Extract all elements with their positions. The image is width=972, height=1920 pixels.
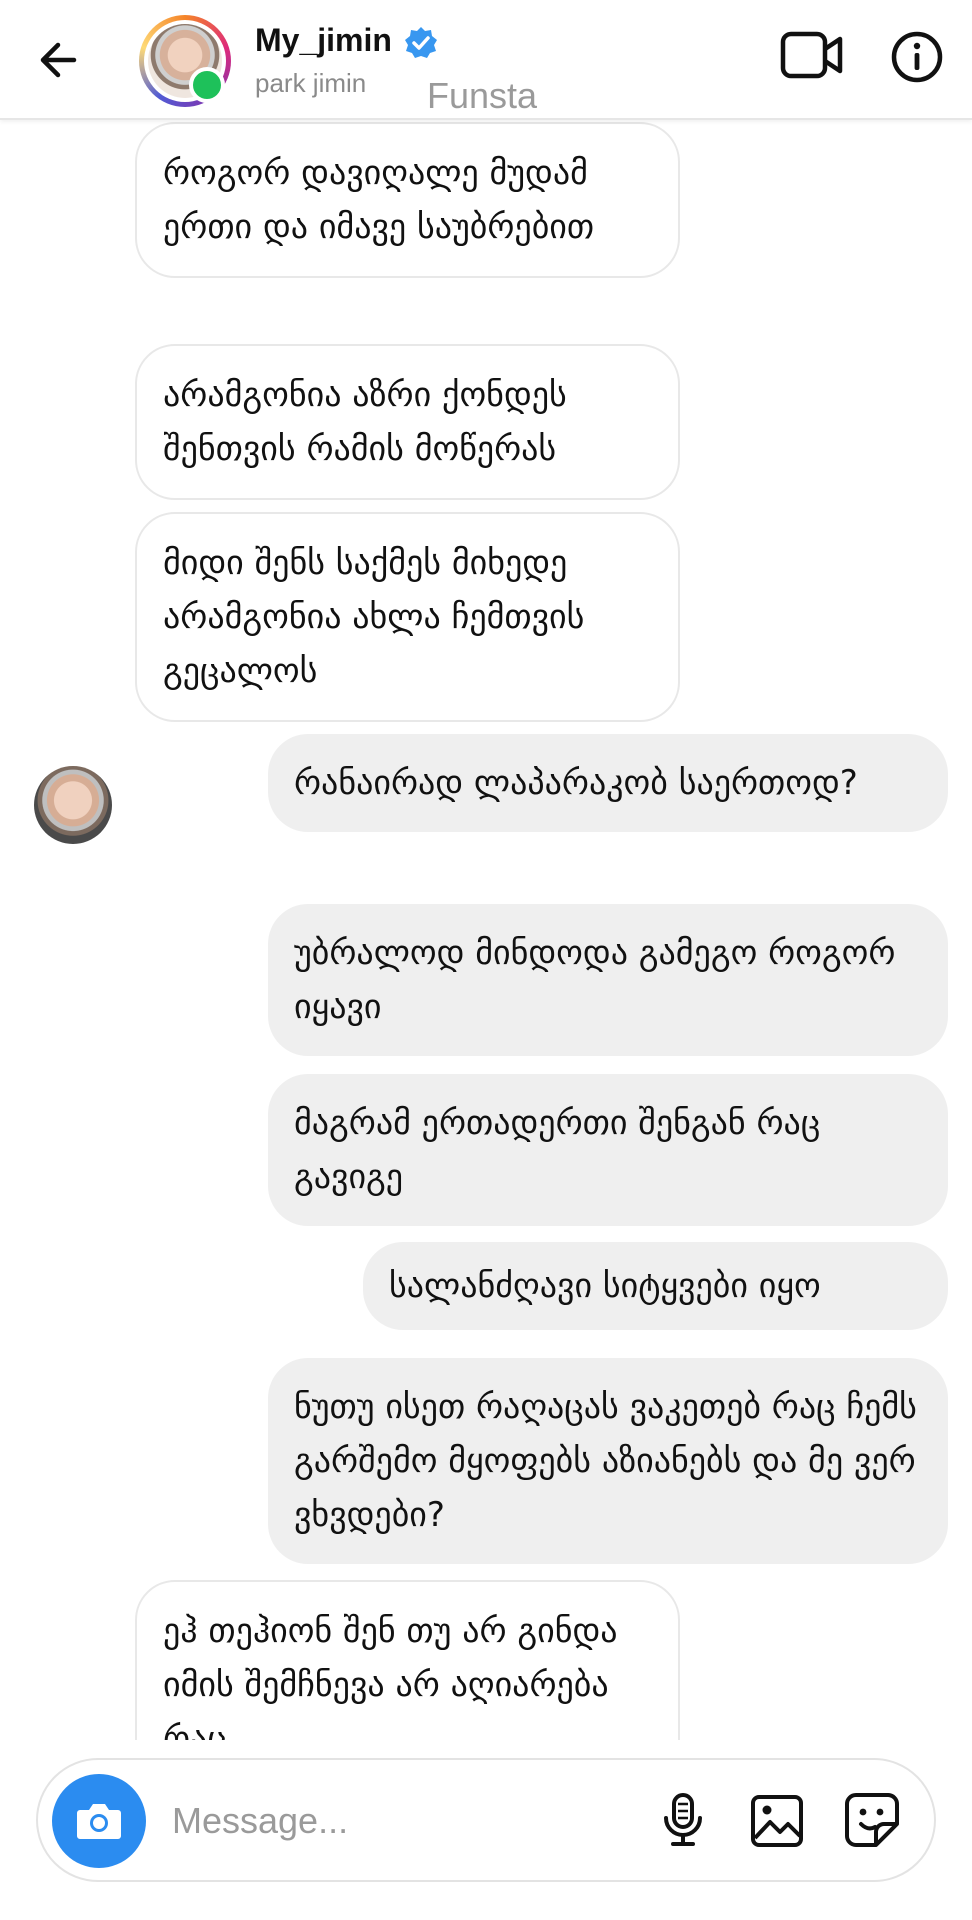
outgoing-message[interactable]: უბრალოდ მინდოდა გამეგო როგორ იყავი: [268, 904, 948, 1056]
back-arrow-icon[interactable]: [34, 34, 86, 86]
outgoing-message[interactable]: რანაირად ლაპარაკობ საერთოდ?: [268, 734, 948, 832]
chat-user-fullname: park jimin: [255, 68, 367, 98]
camera-icon: [77, 1804, 121, 1839]
incoming-message[interactable]: მიდი შენს საქმეს მიხედე არამგონია ახლა ჩ…: [135, 512, 680, 722]
video-call-icon[interactable]: [780, 30, 844, 80]
chat-header: My_jimin park jimin Funsta: [0, 0, 972, 120]
outgoing-message[interactable]: სალანძღავი სიტყვები იყო: [363, 1242, 948, 1330]
camera-button[interactable]: [52, 1774, 146, 1868]
message-input[interactable]: [170, 1790, 654, 1852]
sticker-icon[interactable]: [844, 1792, 900, 1848]
microphone-icon[interactable]: [658, 1792, 708, 1848]
sender-avatar[interactable]: [34, 766, 112, 844]
incoming-message[interactable]: არამგონია აზრი ქონდეს შენთვის რამის მოწე…: [135, 344, 680, 500]
info-icon[interactable]: [890, 30, 944, 84]
incoming-message[interactable]: ეჰ თეჰიონ შენ თუ არ გინდა იმის შემჩნევა …: [135, 1580, 680, 1740]
incoming-message[interactable]: როგორ დავიღალე მუდამ ერთი და იმავე საუბრ…: [135, 122, 680, 278]
message-thread[interactable]: როგორ დავიღალე მუდამ ერთი და იმავე საუბრ…: [0, 118, 972, 1740]
verified-badge-icon: [404, 26, 438, 60]
gallery-icon[interactable]: [750, 1794, 804, 1848]
overlay-watermark-text: Funsta: [427, 75, 538, 116]
online-status-dot: [189, 67, 225, 103]
message-composer: [36, 1758, 936, 1882]
outgoing-message[interactable]: ნუთუ ისეთ რაღაცას ვაკეთებ რაც ჩემს გარშე…: [268, 1358, 948, 1564]
chat-username[interactable]: My_jimin: [255, 22, 392, 59]
outgoing-message[interactable]: მაგრამ ერთადერთი შენგან რაც გავიგე: [268, 1074, 948, 1226]
